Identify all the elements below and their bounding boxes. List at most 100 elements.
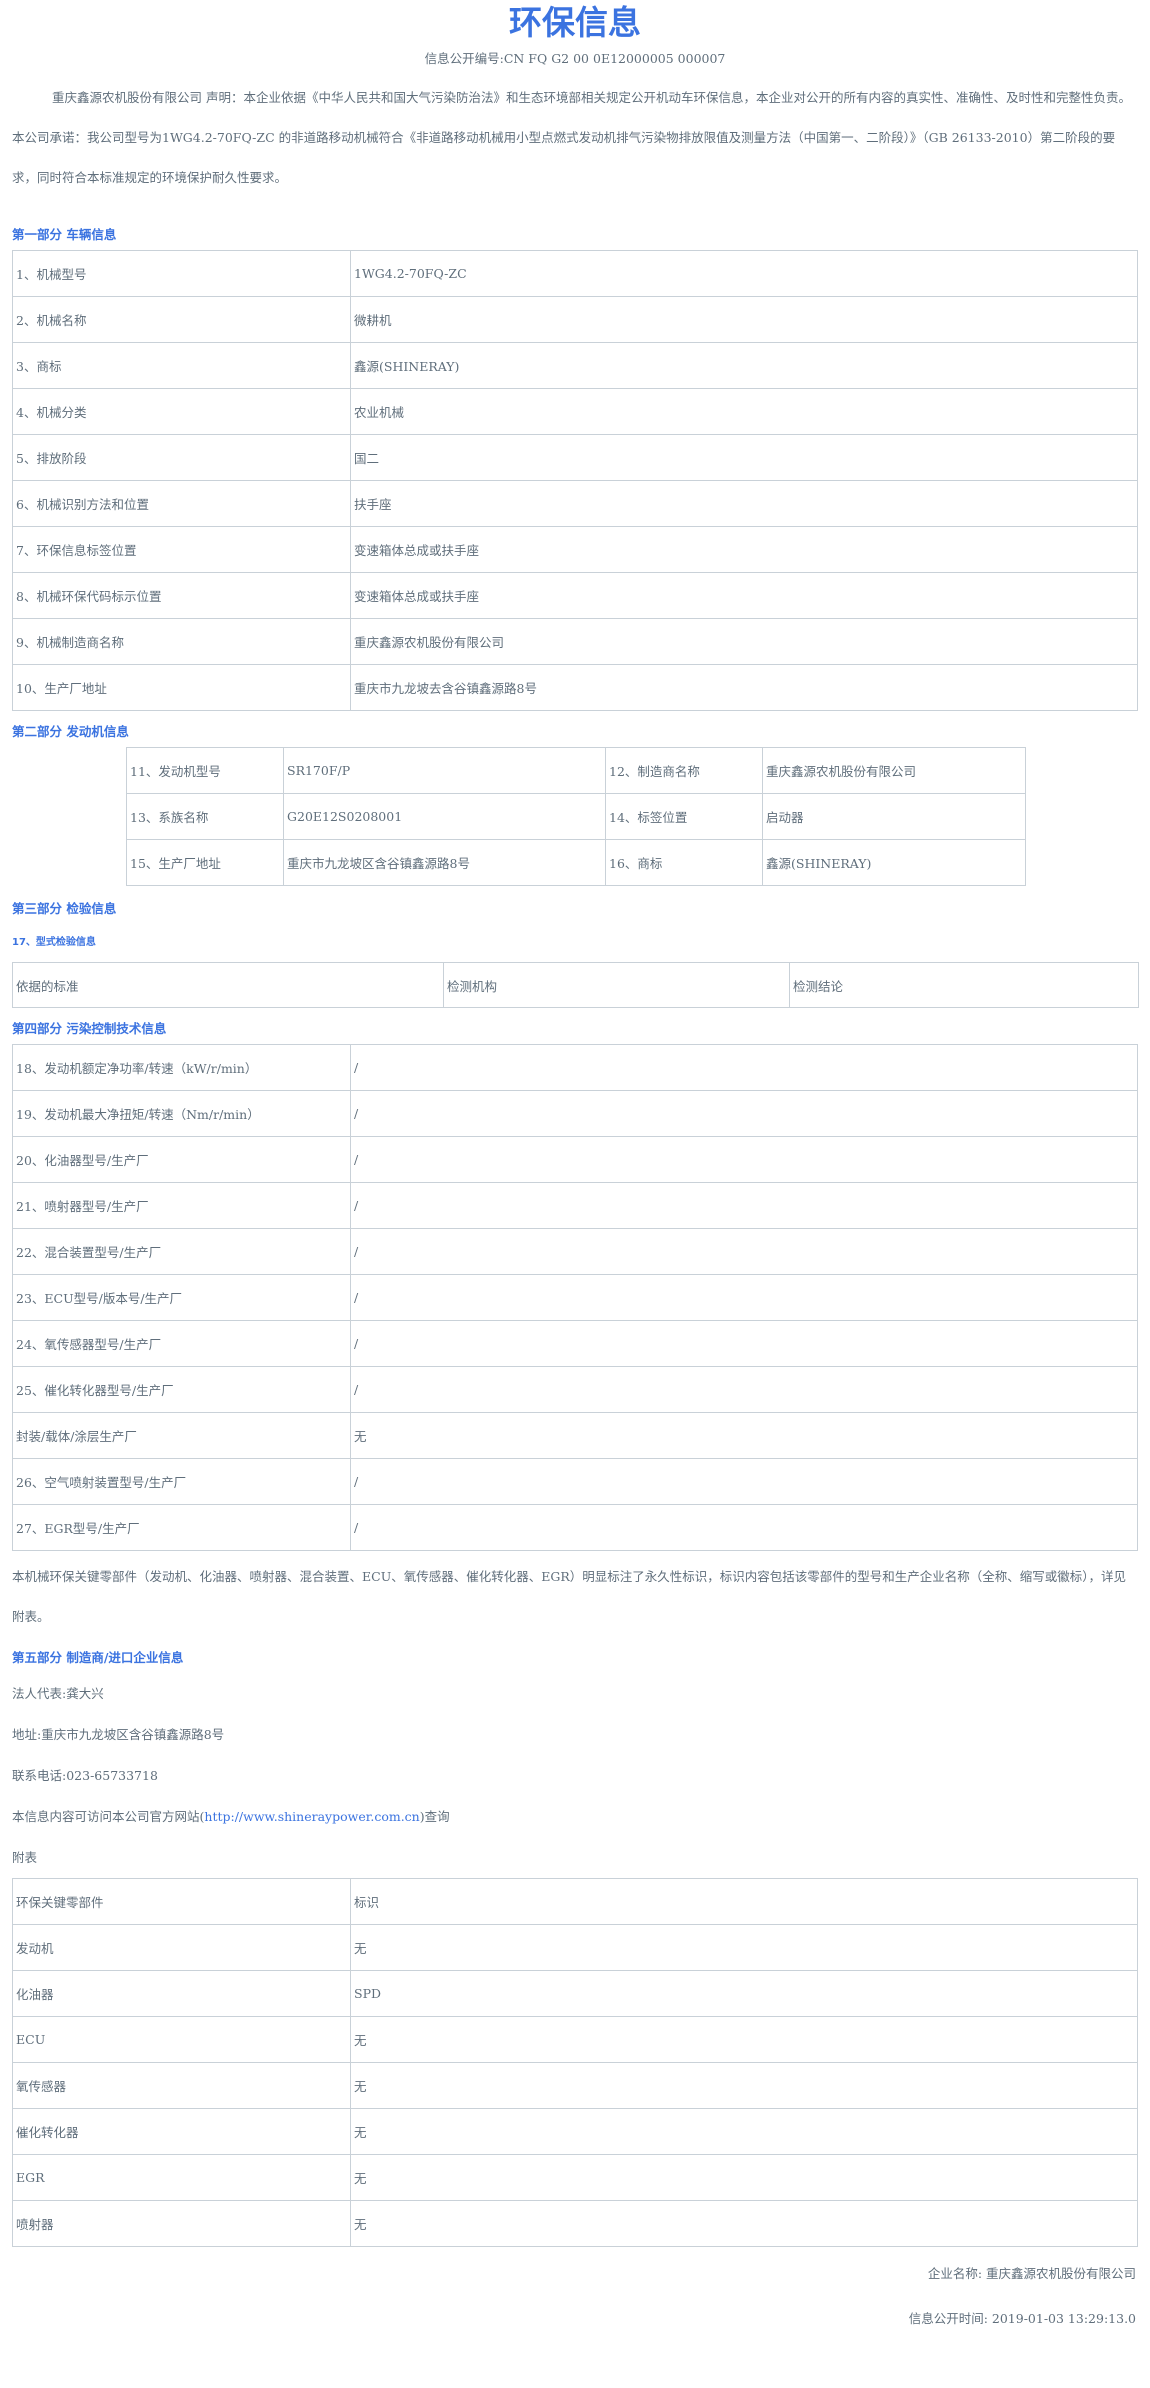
table-row: 5、排放阶段 国二 [12, 434, 1138, 481]
table-label-cell: 20、化油器型号/生产厂 [12, 1136, 351, 1183]
table-row: 8、机械环保代码标示位置 变速箱体总成或扶手座 [12, 572, 1138, 619]
inspection-table: 依据的标准 检测机构 检测结论 [12, 962, 1139, 1008]
footer-time: 信息公开时间: 2019-01-03 13:29:13.0 [908, 2311, 1136, 2326]
section-heading-manufacturer: 第五部分 制造商/进口企业信息 [12, 1650, 184, 1665]
table-label-cell: 3、商标 [12, 342, 351, 389]
table-value-cell: / [350, 1458, 1138, 1505]
table-value-cell: 重庆鑫源农机股份有限公司 [762, 747, 1026, 794]
table-value-cell: 启动器 [762, 793, 1026, 840]
table-value-cell: / [350, 1366, 1138, 1413]
key-parts-note: 本机械环保关键零部件（发动机、化油器、喷射器、混合装置、ECU、氧传感器、催化转… [12, 1569, 1126, 1624]
table-row: 催化转化器无 [12, 2108, 1138, 2155]
table-row: 10、生产厂地址 重庆市九龙坡去含谷镇鑫源路8号 [12, 664, 1138, 711]
table-row: 依据的标准 检测机构 检测结论 [12, 962, 1139, 1008]
table-row: 发动机无 [12, 1924, 1138, 1971]
table-value-cell: / [350, 1136, 1138, 1183]
table-row: EGR 无 [12, 2154, 1138, 2201]
table-value-cell: 无 [350, 2200, 1138, 2247]
table-label-cell: 11、发动机型号 [126, 747, 284, 794]
appendix-label: 附表 [12, 1850, 38, 1865]
table-row: 25、催化转化器型号/生产厂 / [12, 1366, 1138, 1413]
table-label-cell: 氧传感器 [12, 2062, 351, 2109]
table-label-cell: 4、机械分类 [12, 388, 351, 435]
table-row: 13、系族名称 G20E12S0208001 14、标签位置 启动器 [126, 793, 1026, 840]
table-label-cell: 22、混合装置型号/生产厂 [12, 1228, 351, 1275]
table-row: 11、发动机型号 SR170F/P 12、制造商名称 重庆鑫源农机股份有限公司 [126, 747, 1026, 794]
table-row: 2、机械名称 微耕机 [12, 296, 1138, 343]
table-label-cell: 催化转化器 [12, 2108, 351, 2155]
table-label-cell: 10、生产厂地址 [12, 664, 351, 711]
footer-company: 企业名称: 重庆鑫源农机股份有限公司 [927, 2266, 1136, 2281]
table-row: 9、机械制造商名称 重庆鑫源农机股份有限公司 [12, 618, 1138, 665]
table-label-cell: 15、生产厂地址 [126, 839, 284, 886]
info-number-value: CN FQ G2 00 0E12000005 000007 [503, 51, 726, 66]
table-label-cell: 封装/载体/涂层生产厂 [12, 1412, 351, 1459]
table-value-cell: 重庆市九龙坡区含谷镇鑫源路8号 [283, 839, 606, 886]
appendix-table: 环保关键零部件 标识 发动机无化油器 SPD ECU 无氧传感器无催化转化器无 EGR 无喷射… [12, 1878, 1138, 2247]
table-row: 6、机械识别方法和位置 扶手座 [12, 480, 1138, 527]
table-row: 7、环保信息标签位置 变速箱体总成或扶手座 [12, 526, 1138, 573]
table-value-cell: / [350, 1228, 1138, 1275]
table-value-cell: / [350, 1182, 1138, 1229]
table-row: 化油器 SPD [12, 1970, 1138, 2017]
table-row: 19、发动机最大净扭矩/转速（Nm/r/min） / [12, 1090, 1138, 1137]
table-value-cell: 无 [350, 1924, 1138, 1971]
table-row: 3、商标 鑫源(SHINERAY) [12, 342, 1138, 389]
table-label-cell: 5、排放阶段 [12, 434, 351, 481]
table-value-cell: 鑫源(SHINERAY) [350, 342, 1138, 389]
table-value-cell: / [350, 1274, 1138, 1321]
table-value-cell: 国二 [350, 434, 1138, 481]
table-row: 23、ECU型号/版本号/生产厂 / [12, 1274, 1138, 1321]
table-value-cell: 变速箱体总成或扶手座 [350, 572, 1138, 619]
info-number: 信息公开编号:CN FQ G2 00 0E12000005 000007 [12, 46, 1138, 72]
website-link[interactable]: http://www.shineraypower.com.cn [204, 1809, 419, 1824]
table-value-cell: 无 [350, 2062, 1138, 2109]
table-label-cell: 14、标签位置 [605, 793, 763, 840]
table-header-cell: 标识 [350, 1878, 1138, 1925]
website-note: 本信息内容可访问本公司官方网站(http://www.shineraypower… [12, 1796, 1138, 1837]
table-label-cell: 26、空气喷射装置型号/生产厂 [12, 1458, 351, 1505]
section-heading-engine: 第二部分 发动机信息 [12, 724, 129, 739]
table-value-cell: 无 [350, 1412, 1138, 1459]
table-row: 1、机械型号 1WG4.2-70FQ-ZC [12, 250, 1138, 297]
table-label-cell: 7、环保信息标签位置 [12, 526, 351, 573]
section-heading-vehicle: 第一部分 车辆信息 [12, 227, 117, 242]
table-label-cell: 27、EGR型号/生产厂 [12, 1504, 351, 1551]
table-row: 15、生产厂地址 重庆市九龙坡区含谷镇鑫源路8号 16、商标 鑫源(SHINERAY) [126, 839, 1026, 886]
table-label-cell: 25、催化转化器型号/生产厂 [12, 1366, 351, 1413]
table-row: 4、机械分类 农业机械 [12, 388, 1138, 435]
table-label-cell: 喷射器 [12, 2200, 351, 2247]
company-address: 地址:重庆市九龙坡区含谷镇鑫源路8号 [12, 1727, 225, 1742]
table-value-cell: 微耕机 [350, 296, 1138, 343]
engine-info-table: 11、发动机型号 SR170F/P 12、制造商名称 重庆鑫源农机股份有限公司 13、系… [126, 747, 1026, 886]
contact-phone: 联系电话:023-65733718 [12, 1768, 158, 1783]
table-value-cell: 无 [350, 2016, 1138, 2063]
table-header-cell: 检测结论 [789, 962, 1139, 1008]
website-prefix: 本信息内容可访问本公司官方网站( [12, 1809, 205, 1824]
table-value-cell: G20E12S0208001 [283, 793, 606, 840]
table-label-cell: 21、喷射器型号/生产厂 [12, 1182, 351, 1229]
table-label-cell: 8、机械环保代码标示位置 [12, 572, 351, 619]
table-label-cell: 6、机械识别方法和位置 [12, 480, 351, 527]
table-header-cell: 依据的标准 [12, 962, 444, 1008]
table-label-cell: 化油器 [12, 1970, 351, 2017]
website-suffix: )查询 [419, 1809, 450, 1824]
table-label-cell: 24、氧传感器型号/生产厂 [12, 1320, 351, 1367]
vehicle-info-table: 1、机械型号 1WG4.2-70FQ-ZC 2、机械名称 微耕机 3、商标 鑫源(SHIN… [12, 250, 1138, 711]
page: 环保信息 信息公开编号:CN FQ G2 00 0E12000005 00000… [0, 0, 1150, 2388]
table-value-cell: / [350, 1504, 1138, 1551]
table-value-cell: SR170F/P [283, 747, 606, 794]
table-label-cell: 18、发动机额定净功率/转速（kW/r/min） [12, 1044, 351, 1091]
table-row: 21、喷射器型号/生产厂 / [12, 1182, 1138, 1229]
table-label-cell: 发动机 [12, 1924, 351, 1971]
table-label-cell: 2、机械名称 [12, 296, 351, 343]
table-label-cell: ECU [12, 2016, 351, 2063]
table-value-cell: 变速箱体总成或扶手座 [350, 526, 1138, 573]
section-heading-pollution-control: 第四部分 污染控制技术信息 [12, 1021, 167, 1036]
table-row: 27、EGR型号/生产厂 / [12, 1504, 1138, 1551]
table-row: 18、发动机额定净功率/转速（kW/r/min） / [12, 1044, 1138, 1091]
table-value-cell: 重庆鑫源农机股份有限公司 [350, 618, 1138, 665]
table-value-cell: 无 [350, 2108, 1138, 2155]
intro-statement: 重庆鑫源农机股份有限公司 声明：本企业依据《中华人民共和国大气污染防治法》和生态… [12, 90, 1131, 185]
table-label-cell: 12、制造商名称 [605, 747, 763, 794]
